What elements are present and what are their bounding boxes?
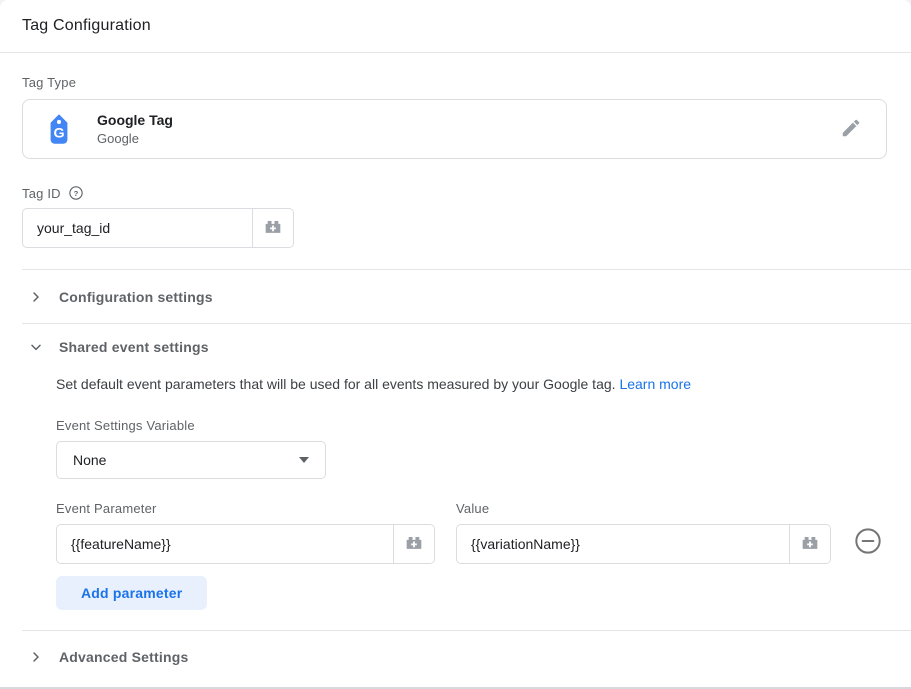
minus-circle-icon bbox=[854, 527, 882, 558]
shared-event-settings-header[interactable]: Shared event settings bbox=[22, 324, 911, 370]
lego-brick-plus-icon bbox=[403, 532, 425, 557]
shared-event-settings-body: Set default event parameters that will b… bbox=[22, 370, 911, 630]
tag-type-label: Tag Type bbox=[22, 75, 887, 90]
event-parameter-input[interactable] bbox=[57, 525, 393, 563]
tag-id-variable-picker-button[interactable] bbox=[252, 209, 293, 247]
chevron-right-icon bbox=[28, 289, 44, 305]
svg-text:?: ? bbox=[73, 189, 78, 198]
description-text: Set default event parameters that will b… bbox=[56, 376, 616, 392]
shared-settings-description: Set default event parameters that will b… bbox=[56, 376, 887, 392]
google-tag-icon: G bbox=[41, 111, 77, 147]
value-column: Value bbox=[456, 501, 831, 564]
tag-type-vendor: Google bbox=[97, 131, 173, 146]
section-shared-event-settings: Shared event settings Set default event … bbox=[22, 323, 911, 630]
parameter-variable-picker-button[interactable] bbox=[393, 525, 434, 563]
value-variable-picker-button[interactable] bbox=[789, 525, 830, 563]
event-parameter-label: Event Parameter bbox=[56, 501, 435, 516]
tag-type-name: Google Tag bbox=[97, 112, 173, 128]
panel-header: Tag Configuration bbox=[0, 0, 911, 53]
tag-id-input-group bbox=[22, 208, 294, 248]
page-title: Tag Configuration bbox=[22, 17, 151, 35]
lego-brick-plus-icon bbox=[262, 216, 284, 241]
tag-configuration-panel: Tag Configuration Tag Type G Google Tag … bbox=[0, 0, 911, 689]
section-configuration-settings: Configuration settings bbox=[22, 269, 911, 323]
advanced-settings-header[interactable]: Advanced Settings bbox=[22, 631, 911, 682]
remove-row-wrap bbox=[854, 527, 882, 558]
tag-type-text: Google Tag Google bbox=[97, 112, 173, 146]
value-label: Value bbox=[456, 501, 831, 516]
tag-type-card[interactable]: G Google Tag Google bbox=[22, 99, 887, 159]
caret-down-icon bbox=[299, 457, 309, 463]
event-settings-variable-label: Event Settings Variable bbox=[56, 418, 887, 433]
tag-id-label: Tag ID bbox=[22, 186, 61, 201]
event-parameter-input-group bbox=[56, 524, 435, 564]
event-parameter-column: Event Parameter bbox=[56, 501, 435, 564]
chevron-right-icon bbox=[28, 649, 44, 665]
svg-text:G: G bbox=[53, 125, 64, 141]
configuration-settings-label: Configuration settings bbox=[59, 289, 213, 305]
chevron-down-icon bbox=[28, 339, 44, 355]
tag-id-input[interactable] bbox=[23, 209, 252, 247]
tag-id-label-row: Tag ID ? bbox=[22, 185, 887, 201]
pencil-icon bbox=[840, 117, 862, 142]
event-settings-variable-dropdown[interactable]: None bbox=[56, 441, 326, 479]
remove-parameter-button[interactable] bbox=[854, 527, 882, 558]
parameter-row: Event Parameter bbox=[56, 501, 887, 564]
value-input-group bbox=[456, 524, 831, 564]
help-icon[interactable]: ? bbox=[68, 185, 84, 201]
add-parameter-button[interactable]: Add parameter bbox=[56, 576, 207, 610]
section-advanced-settings: Advanced Settings bbox=[22, 630, 911, 682]
shared-event-settings-label: Shared event settings bbox=[59, 339, 209, 355]
value-input[interactable] bbox=[457, 525, 789, 563]
lego-brick-plus-icon bbox=[799, 532, 821, 557]
dropdown-selected-value: None bbox=[73, 452, 106, 468]
panel-content: Tag Type G Google Tag Google bbox=[0, 53, 911, 248]
learn-more-link[interactable]: Learn more bbox=[619, 376, 691, 392]
configuration-settings-header[interactable]: Configuration settings bbox=[22, 270, 911, 323]
advanced-settings-label: Advanced Settings bbox=[59, 649, 188, 665]
edit-tag-type-button[interactable] bbox=[836, 114, 866, 144]
